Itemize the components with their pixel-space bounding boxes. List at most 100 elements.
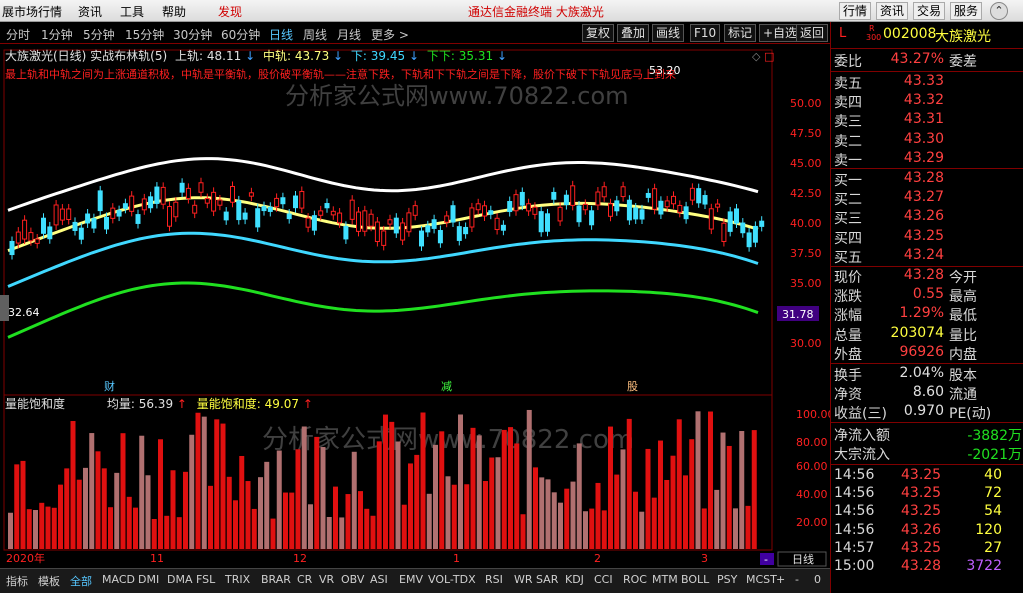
tab-vr[interactable]: VR bbox=[319, 573, 334, 586]
tab-cci[interactable]: CCI bbox=[594, 573, 613, 586]
menu-news[interactable]: 资讯 bbox=[78, 3, 102, 20]
candle-body bbox=[59, 208, 65, 221]
candle-body bbox=[740, 222, 746, 234]
candle-body bbox=[343, 225, 349, 240]
kline-chart[interactable]: 分析家公式网www.70822.com 分析家公式网www.70822.com … bbox=[0, 44, 835, 572]
chart-canvas[interactable]: 分析家公式网www.70822.com 分析家公式网www.70822.com … bbox=[0, 44, 835, 572]
candle-body bbox=[582, 203, 588, 211]
menu-help[interactable]: 帮助 bbox=[162, 3, 186, 20]
add-watchlist-button[interactable]: +自选 bbox=[759, 24, 802, 42]
period-5min[interactable]: 5分钟 bbox=[83, 26, 115, 43]
minus-icon[interactable]: - bbox=[795, 573, 799, 586]
tab-rsi[interactable]: RSI bbox=[485, 573, 503, 586]
tab-指标[interactable]: 指标 bbox=[6, 573, 28, 589]
volume-bar bbox=[170, 470, 176, 549]
stat-label-2: 今开 bbox=[949, 270, 977, 286]
middle-label: 中轨: bbox=[263, 48, 291, 63]
candle-body bbox=[589, 210, 595, 226]
candle-body bbox=[696, 188, 702, 204]
back-button[interactable]: 返回 bbox=[796, 24, 829, 42]
price-tick: 45.00 bbox=[790, 157, 822, 170]
candle-body bbox=[677, 204, 683, 213]
adjust-button[interactable]: 复权 bbox=[582, 24, 615, 42]
tab-全部[interactable]: 全部 bbox=[70, 573, 92, 589]
period-15min[interactable]: 15分钟 bbox=[125, 26, 164, 43]
volume-bar bbox=[383, 414, 388, 549]
event-mark-reduce[interactable]: 减 bbox=[441, 380, 452, 393]
candle-body bbox=[576, 205, 582, 223]
period-60min[interactable]: 60分钟 bbox=[221, 26, 260, 43]
tab-roc[interactable]: ROC bbox=[623, 573, 647, 586]
scroll-handle[interactable] bbox=[0, 295, 9, 321]
flow-row: 净流入额 -3882万 bbox=[831, 425, 1023, 444]
tab-macd[interactable]: MACD bbox=[102, 573, 135, 586]
tick-volume: 72 bbox=[984, 485, 1002, 502]
quote-button[interactable]: 行情 bbox=[839, 2, 872, 20]
event-mark-financial[interactable]: 财 bbox=[104, 379, 115, 393]
volume-bar bbox=[33, 510, 38, 549]
tab-trix[interactable]: TRIX bbox=[225, 573, 250, 586]
menu-market[interactable]: 展市场行情 bbox=[2, 3, 62, 20]
volume-bar bbox=[633, 491, 638, 549]
menu-tools[interactable]: 工具 bbox=[120, 3, 144, 20]
tab-emv[interactable]: EMV bbox=[399, 573, 423, 586]
candle-body bbox=[104, 216, 109, 230]
volume-bar bbox=[120, 433, 126, 549]
tab-kdj[interactable]: KDJ bbox=[565, 573, 584, 586]
tab-dmi[interactable]: DMI bbox=[138, 573, 159, 586]
chevron-up-icon[interactable]: ⌃ bbox=[990, 2, 1008, 20]
candle-body bbox=[437, 230, 443, 244]
candle-body bbox=[608, 203, 613, 217]
tab-brar[interactable]: BRAR bbox=[261, 573, 291, 586]
news-button[interactable]: 资讯 bbox=[876, 2, 909, 20]
tab-psy[interactable]: PSY bbox=[717, 573, 737, 586]
tab-asi[interactable]: ASI bbox=[370, 573, 388, 586]
period-more[interactable]: 更多 > bbox=[371, 26, 409, 43]
period-daily[interactable]: 日线 bbox=[269, 26, 293, 43]
draw-button[interactable]: 画线 bbox=[652, 24, 685, 42]
tab-cr[interactable]: CR bbox=[297, 573, 312, 586]
trade-button[interactable]: 交易 bbox=[913, 2, 946, 20]
tick-time: 14:56 bbox=[834, 521, 875, 538]
candle-body bbox=[198, 182, 204, 193]
overlay-button[interactable]: 叠加 bbox=[617, 24, 650, 42]
zero-icon[interactable]: 0 bbox=[814, 573, 821, 586]
indicator-description: 最上轨和中轨之间为上涨通道积极，中轨是平衡轨，股价破平衡轨——注意下跌，下轨和下… bbox=[5, 67, 676, 81]
period-timeshare[interactable]: 分时 bbox=[6, 26, 30, 43]
period-weekly[interactable]: 周线 bbox=[303, 26, 327, 43]
diamond-icon[interactable]: ◇ bbox=[752, 50, 761, 63]
square-icon[interactable]: □ bbox=[764, 50, 774, 63]
price-tick: 30.00 bbox=[790, 337, 822, 350]
tab-boll[interactable]: BOLL bbox=[681, 573, 709, 586]
date-tick: 2020年 bbox=[6, 551, 45, 565]
tab-mtm[interactable]: MTM bbox=[652, 573, 678, 586]
tab-obv[interactable]: OBV bbox=[341, 573, 364, 586]
tab-mcst[interactable]: MCST bbox=[746, 573, 777, 586]
volume-bar bbox=[26, 509, 32, 549]
f10-button[interactable]: F10 bbox=[690, 24, 721, 42]
period-monthly[interactable]: 月线 bbox=[337, 26, 361, 43]
candle-body bbox=[645, 192, 651, 198]
plus-icon[interactable]: + bbox=[776, 573, 785, 586]
event-mark-shares[interactable]: 股 bbox=[627, 380, 638, 393]
service-button[interactable]: 服务 bbox=[950, 2, 983, 20]
minus-icon[interactable]: - bbox=[764, 553, 768, 566]
price-tick: 35.00 bbox=[790, 277, 822, 290]
period-30min[interactable]: 30分钟 bbox=[173, 26, 212, 43]
tab-fsl[interactable]: FSL bbox=[196, 573, 215, 586]
tab-dma[interactable]: DMA bbox=[167, 573, 193, 586]
mark-button[interactable]: 标记 bbox=[724, 24, 757, 42]
period-1min[interactable]: 1分钟 bbox=[41, 26, 73, 43]
candle-body bbox=[482, 205, 487, 217]
ask-price: 43.33 bbox=[903, 73, 944, 89]
tab-sar[interactable]: SAR bbox=[536, 573, 558, 586]
menu-discover[interactable]: 发现 bbox=[218, 3, 242, 20]
high-marker: 53.20 bbox=[649, 64, 681, 77]
avg-value: 56.39 bbox=[139, 397, 173, 411]
tab-vol-tdx[interactable]: VOL-TDX bbox=[428, 573, 476, 586]
tab-wr[interactable]: WR bbox=[514, 573, 533, 586]
tab-模板[interactable]: 模板 bbox=[38, 573, 60, 589]
tick-time: 14:57 bbox=[834, 539, 875, 556]
chart-period-label[interactable]: 日线 bbox=[792, 552, 814, 566]
volume-bar bbox=[276, 450, 282, 549]
